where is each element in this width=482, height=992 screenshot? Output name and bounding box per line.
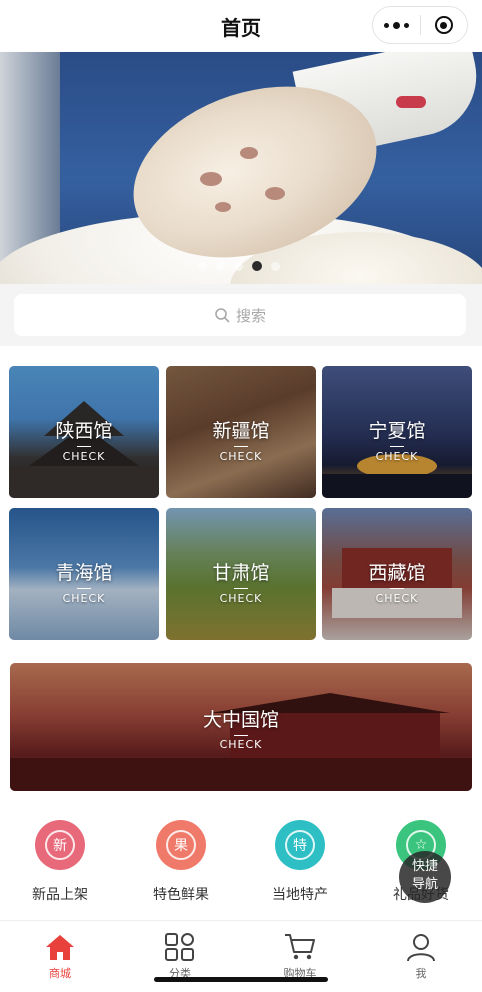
pavilion-card-xizang[interactable]: 西藏馆 CHECK [322,508,472,640]
user-icon [371,931,471,963]
category-fresh-fruit[interactable]: 果 特色鲜果 [131,820,231,904]
check-label: CHECK [62,592,106,605]
search-input[interactable]: 搜索 [14,294,466,336]
pavilion-card-xinjiang[interactable]: 新疆馆 CHECK [166,366,316,498]
check-label: CHECK [219,592,263,605]
category-label: 特色鲜果 [153,887,209,903]
check-label: CHECK [375,592,419,605]
more-options-button[interactable] [373,7,420,43]
tab-me[interactable]: 我 [371,931,471,981]
category-new-arrivals[interactable]: 新 新品上架 [10,820,110,904]
new-icon: 新 [35,820,85,870]
carousel-dot-active[interactable] [252,261,262,271]
carousel-dot[interactable] [198,261,207,271]
carousel-dot[interactable] [234,261,243,271]
pavilion-card-ningxia[interactable]: 宁夏馆 CHECK [322,366,472,498]
search-section: 搜索 [0,284,482,346]
tab-category[interactable]: 分类 [130,931,230,981]
tab-cart[interactable]: 购物车 [250,931,350,981]
check-label: CHECK [62,450,106,463]
dot-icon [392,21,400,29]
search-placeholder: 搜索 [235,306,266,325]
specialty-icon: 特 [275,820,325,870]
quick-nav-button[interactable]: 快捷 导航 [399,851,451,903]
category-label: 新品上架 [32,887,88,903]
banner-carousel[interactable] [0,52,482,284]
pavilion-name: 大中国馆 [202,709,279,731]
tab-label: 商城 [49,967,71,980]
carousel-indicator [198,261,280,271]
close-mini-program-button[interactable] [421,7,468,43]
category-label: 当地特产 [272,887,328,903]
pavilion-name: 青海馆 [55,562,113,584]
search-icon [215,308,230,323]
pavilion-name: 甘肃馆 [212,562,270,584]
dot-icon [383,22,389,28]
pavilion-name: 陕西馆 [55,420,113,442]
pavilion-card-china[interactable]: 大中国馆 CHECK [10,663,472,791]
cart-icon [250,931,350,963]
check-label: CHECK [219,738,263,751]
home-icon [10,931,110,963]
nav-header: 首页 [0,0,482,52]
carousel-dot[interactable] [271,261,280,271]
grid-icon [130,931,230,963]
pavilion-card-shaanxi[interactable]: 陕西馆 CHECK [9,366,159,498]
check-label: CHECK [219,450,263,463]
target-icon [434,16,453,34]
fruit-icon: 果 [156,820,206,870]
pavilion-name: 宁夏馆 [368,420,426,442]
tab-home[interactable]: 商城 [10,931,110,981]
pavilion-card-qinghai[interactable]: 青海馆 CHECK [9,508,159,640]
dot-icon [403,22,409,28]
category-local-specialty[interactable]: 特 当地特产 [250,820,350,904]
tab-label: 我 [415,967,427,980]
pavilion-name: 西藏馆 [368,562,426,584]
home-indicator [154,977,328,982]
carousel-dot[interactable] [216,261,225,271]
pavilion-card-gansu[interactable]: 甘肃馆 CHECK [166,508,316,640]
pavilion-name: 新疆馆 [212,420,270,442]
mini-program-capsule [372,6,468,44]
check-label: CHECK [375,450,419,463]
